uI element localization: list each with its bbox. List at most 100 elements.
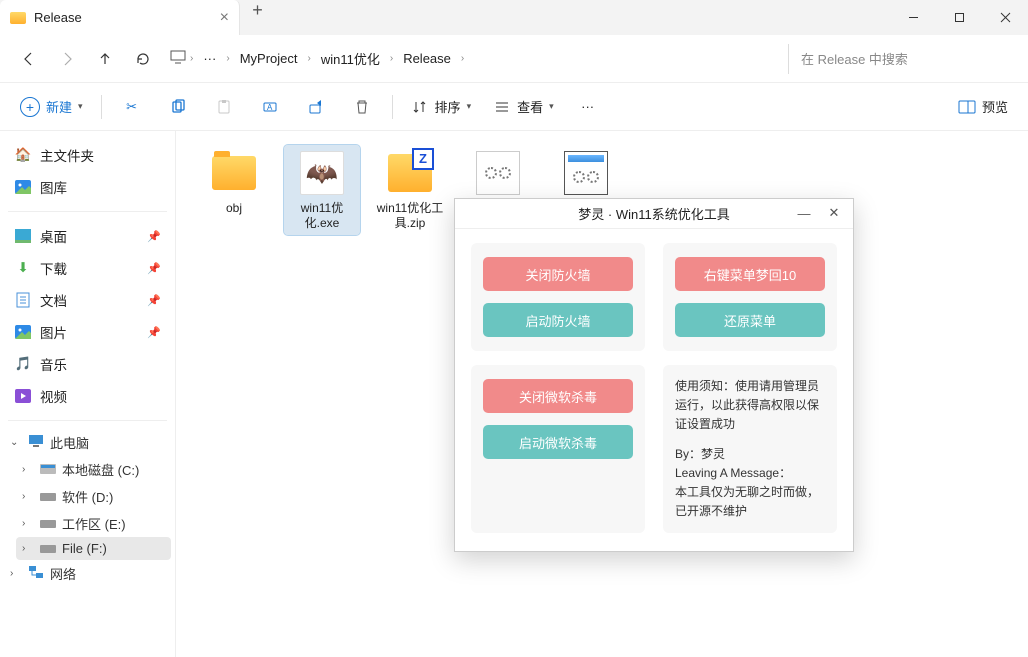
sidebar-home[interactable]: 🏠主文件夹 xyxy=(4,139,171,171)
up-button[interactable] xyxy=(86,40,124,78)
view-button[interactable]: 查看 ▾ xyxy=(485,89,562,125)
sidebar-item-desktop[interactable]: 桌面📌 xyxy=(4,220,171,252)
forward-button[interactable] xyxy=(48,40,86,78)
pin-icon: 📌 xyxy=(147,230,161,243)
file-item-zip[interactable]: win11优化工具.zip xyxy=(372,145,448,235)
titlebar: Release × + xyxy=(0,0,1028,35)
file-item-folder[interactable]: obj xyxy=(196,145,272,220)
sidebar-drive-f[interactable]: ›File (F:) xyxy=(16,537,171,560)
network-icon xyxy=(28,565,44,582)
copy-icon xyxy=(169,98,187,116)
picture-icon xyxy=(14,323,32,341)
chevron-right-icon: › xyxy=(22,491,34,502)
trash-icon xyxy=(353,98,371,116)
toolbar: + 新建 ▾ ✂ A 排序 ▾ 查看 ▾ ··· 预览 xyxy=(0,83,1028,131)
restore-menu-button[interactable]: 还原菜单 xyxy=(675,303,825,337)
crumb[interactable]: MyProject xyxy=(234,51,304,66)
sidebar-item-documents[interactable]: 文档📌 xyxy=(4,284,171,316)
folder-icon xyxy=(10,12,26,24)
enable-firewall-button[interactable]: 启动防火墙 xyxy=(483,303,633,337)
drive-icon xyxy=(40,489,56,504)
back-button[interactable] xyxy=(10,40,48,78)
share-icon xyxy=(307,98,325,116)
file-label: win11优化工具.zip xyxy=(376,201,444,231)
search-input[interactable]: 在 Release 中搜索 xyxy=(788,44,1018,74)
paste-button[interactable] xyxy=(204,89,244,125)
plus-icon: + xyxy=(20,97,40,117)
drive-icon xyxy=(40,541,56,556)
new-tab-button[interactable]: + xyxy=(240,0,275,21)
delete-button[interactable] xyxy=(342,89,382,125)
close-tab-icon[interactable]: × xyxy=(220,9,229,27)
disable-firewall-button[interactable]: 关闭防火墙 xyxy=(483,257,633,291)
pin-icon: 📌 xyxy=(147,262,161,275)
disable-defender-button[interactable]: 关闭微软杀毒 xyxy=(483,379,633,413)
ellipsis-icon[interactable]: ··· xyxy=(197,51,222,66)
share-button[interactable] xyxy=(296,89,336,125)
chevron-down-icon: ▾ xyxy=(549,101,554,112)
file-item-dll[interactable] xyxy=(548,145,624,205)
ellipsis-icon: ··· xyxy=(581,99,594,114)
sidebar-item-music[interactable]: 🎵音乐 xyxy=(4,348,171,380)
file-item-exe[interactable]: 🦇 win11优化.exe xyxy=(284,145,360,235)
minimize-button[interactable] xyxy=(890,0,936,35)
chevron-down-icon: ▾ xyxy=(78,101,83,112)
more-button[interactable]: ··· xyxy=(568,89,608,125)
tab-title: Release xyxy=(34,10,82,25)
chevron-right-icon: › xyxy=(303,53,314,64)
info-panel: 使用须知：使用请用管理员运行，以此获得高权限以保证设置成功 By：梦灵 Leav… xyxy=(663,365,837,533)
maximize-button[interactable] xyxy=(936,0,982,35)
chevron-down-icon: ⌄ xyxy=(10,437,22,448)
addressbar: › ··· › MyProject › win11优化 › Release › … xyxy=(0,35,1028,83)
rename-icon: A xyxy=(261,98,279,116)
dll-icon xyxy=(564,151,608,195)
gallery-icon xyxy=(14,178,32,196)
chevron-right-icon: › xyxy=(10,568,22,579)
preview-button[interactable]: 预览 xyxy=(950,89,1016,125)
crumb[interactable]: Release xyxy=(397,51,457,66)
rename-button[interactable]: A xyxy=(250,89,290,125)
sidebar-network[interactable]: ›网络 xyxy=(4,560,171,587)
monitor-icon xyxy=(170,50,186,67)
enable-defender-button[interactable]: 启动微软杀毒 xyxy=(483,425,633,459)
win10-menu-button[interactable]: 右键菜单梦回10 xyxy=(675,257,825,291)
sort-button[interactable]: 排序 ▾ xyxy=(403,89,480,125)
document-icon xyxy=(14,291,32,309)
crumb[interactable]: win11优化 xyxy=(315,49,386,68)
sidebar-item-downloads[interactable]: ⬇下载📌 xyxy=(4,252,171,284)
breadcrumb[interactable]: › ··· › MyProject › win11优化 › Release › xyxy=(170,49,788,68)
dialog-minimize-button[interactable]: — xyxy=(789,199,819,227)
drive-icon xyxy=(40,462,56,477)
pin-icon: 📌 xyxy=(147,294,161,307)
sidebar-drive-d[interactable]: ›软件 (D:) xyxy=(16,483,171,510)
chevron-right-icon: › xyxy=(22,543,34,554)
sidebar-drive-c[interactable]: ›本地磁盘 (C:) xyxy=(16,456,171,483)
tab-release[interactable]: Release × xyxy=(0,0,240,35)
chevron-right-icon: › xyxy=(222,53,233,64)
sidebar-item-pictures[interactable]: 图片📌 xyxy=(4,316,171,348)
new-button[interactable]: + 新建 ▾ xyxy=(12,89,91,125)
chevron-right-icon: › xyxy=(186,53,197,64)
chevron-right-icon: › xyxy=(22,518,34,529)
sidebar-item-videos[interactable]: 视频 xyxy=(4,380,171,412)
paste-icon xyxy=(215,98,233,116)
sidebar-thispc[interactable]: ⌄此电脑 xyxy=(4,429,171,456)
view-icon xyxy=(493,98,511,116)
copy-button[interactable] xyxy=(158,89,198,125)
defender-panel: 关闭微软杀毒 启动微软杀毒 xyxy=(471,365,645,533)
refresh-button[interactable] xyxy=(124,40,162,78)
dialog-title: 梦灵 · Win11系统优化工具 xyxy=(578,204,729,223)
music-icon: 🎵 xyxy=(14,355,32,373)
info-text: By：梦灵 xyxy=(675,445,825,464)
sidebar-drive-e[interactable]: ›工作区 (E:) xyxy=(16,510,171,537)
sidebar-gallery[interactable]: 图库 xyxy=(4,171,171,203)
exe-icon: 🦇 xyxy=(300,151,344,195)
close-window-button[interactable] xyxy=(982,0,1028,35)
dialog-close-button[interactable]: ✕ xyxy=(819,199,849,227)
cut-button[interactable]: ✂ xyxy=(112,89,152,125)
file-label: obj xyxy=(226,201,242,216)
firewall-panel: 关闭防火墙 启动防火墙 xyxy=(471,243,645,351)
svg-text:A: A xyxy=(267,103,273,112)
pin-icon: 📌 xyxy=(147,326,161,339)
dialog-titlebar[interactable]: 梦灵 · Win11系统优化工具 — ✕ xyxy=(455,199,853,229)
